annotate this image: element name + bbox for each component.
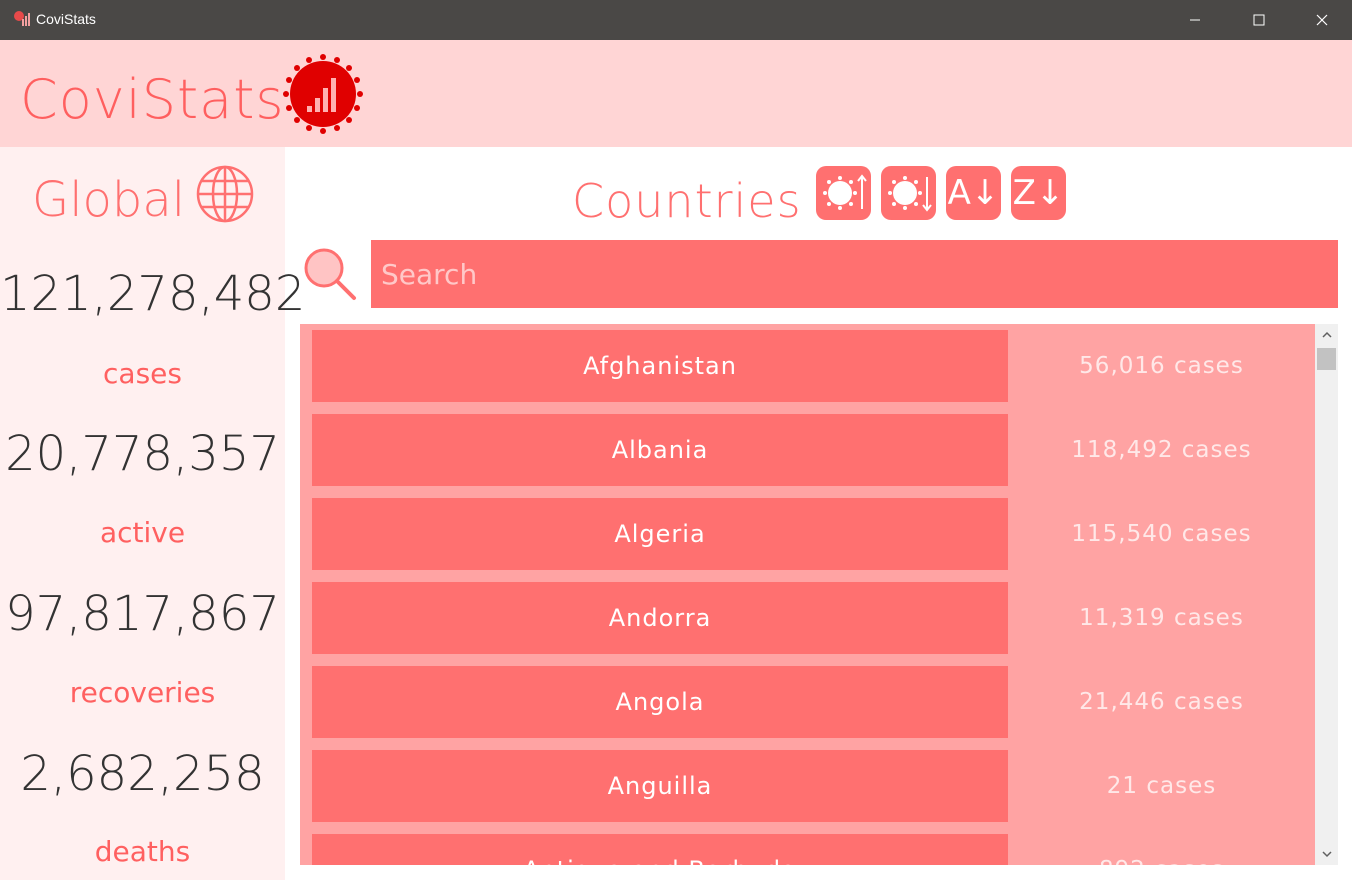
- list-item[interactable]: Afghanistan 56,016 cases: [300, 324, 1315, 408]
- list-scrollbar[interactable]: [1315, 324, 1338, 865]
- country-cases: 21,446 cases: [1079, 689, 1244, 715]
- stat-deaths-label: deaths: [94, 835, 191, 868]
- country-cases: 892 cases: [1008, 834, 1315, 865]
- stat-active-value: 20,778,357: [5, 426, 280, 482]
- countries-list: Afghanistan 56,016 cases Albania 118,492…: [300, 324, 1315, 865]
- globe-icon: [196, 165, 254, 223]
- country-name[interactable]: Algeria: [312, 498, 1008, 570]
- country-name[interactable]: Antigua and Barbuda: [312, 834, 1008, 865]
- stat-active-label: active: [99, 516, 186, 549]
- stat-cases-label: cases: [103, 357, 182, 390]
- list-item[interactable]: Angola 21,446 cases: [300, 660, 1315, 744]
- window-title: CoviStats: [36, 11, 96, 27]
- stat-deaths-value: 2,682,258: [20, 746, 265, 802]
- close-icon: [1316, 14, 1328, 26]
- countries-title: Countries: [572, 174, 802, 228]
- scroll-up-button[interactable]: [1315, 324, 1338, 346]
- scroll-thumb[interactable]: [1317, 348, 1336, 370]
- virus-up-arrow-icon: [822, 174, 867, 210]
- minimize-icon: [1190, 19, 1200, 21]
- sort-a-z-button[interactable]: A↓: [946, 166, 1001, 220]
- sort-z-a-label: Z↓: [1012, 173, 1065, 213]
- app-header: CoviStats: [0, 40, 1352, 147]
- maximize-button[interactable]: [1236, 0, 1282, 40]
- chevron-down-icon: [1321, 851, 1332, 858]
- list-item[interactable]: Albania 118,492 cases: [300, 408, 1315, 492]
- list-item[interactable]: Algeria 115,540 cases: [300, 492, 1315, 576]
- country-name[interactable]: Afghanistan: [312, 330, 1008, 402]
- minimize-button[interactable]: [1172, 0, 1218, 40]
- window-titlebar: CoviStats: [0, 0, 1352, 40]
- close-button[interactable]: [1299, 0, 1345, 40]
- country-cases: 56,016 cases: [1079, 353, 1244, 379]
- global-title: Global: [32, 172, 186, 228]
- country-cases: 115,540 cases: [1071, 521, 1252, 547]
- list-item[interactable]: Anguilla 21 cases: [300, 744, 1315, 828]
- search-input[interactable]: [371, 240, 1338, 308]
- chevron-up-icon: [1321, 331, 1332, 338]
- list-item[interactable]: Andorra 11,319 cases: [300, 576, 1315, 660]
- sort-cases-ascending-button[interactable]: [816, 166, 871, 220]
- sort-cases-descending-button[interactable]: [881, 166, 936, 220]
- global-sidebar: Global 121,278,482 cases 20,778,357 acti…: [0, 147, 306, 880]
- sort-a-z-label: A↓: [947, 173, 1000, 213]
- list-item[interactable]: Antigua and Barbuda 892 cases: [300, 828, 1315, 865]
- country-cases: 11,319 cases: [1079, 605, 1244, 631]
- country-cases: 118,492 cases: [1071, 437, 1252, 463]
- country-cases: 21 cases: [1106, 773, 1217, 799]
- app-icon: [14, 11, 30, 26]
- brand-title: CoviStats: [20, 68, 285, 131]
- virus-down-arrow-icon: [887, 176, 932, 212]
- stat-recoveries-value: 97,817,867: [5, 586, 280, 642]
- search-icon: [304, 248, 356, 300]
- sort-z-a-button[interactable]: Z↓: [1011, 166, 1066, 220]
- country-name[interactable]: Albania: [312, 414, 1008, 486]
- virus-chart-logo-icon: [283, 54, 363, 134]
- country-name[interactable]: Anguilla: [312, 750, 1008, 822]
- maximize-icon: [1253, 14, 1265, 26]
- scroll-down-button[interactable]: [1315, 843, 1338, 865]
- stat-recoveries-label: recoveries: [69, 676, 216, 709]
- country-name[interactable]: Angola: [312, 666, 1008, 738]
- country-name[interactable]: Andorra: [312, 582, 1008, 654]
- stat-cases-value: 121,278,482: [0, 266, 306, 322]
